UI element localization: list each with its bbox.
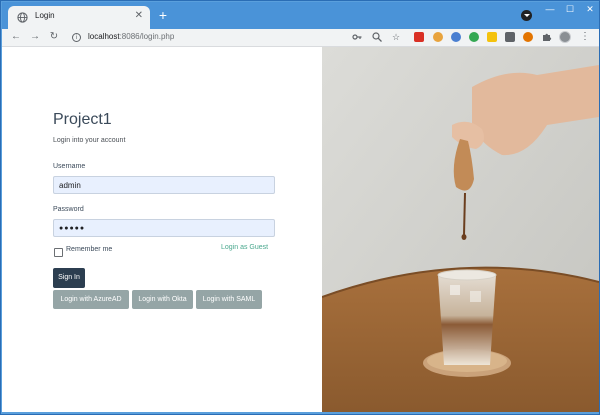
extension-6-icon[interactable]: [505, 32, 515, 42]
back-button[interactable]: ←: [10, 31, 22, 43]
browser-window: Login ✕ + — ☐ ✕ ← → ↻ i localhost:8086/l…: [0, 0, 600, 415]
password-input[interactable]: ●●●●●: [53, 219, 275, 237]
extension-3-icon[interactable]: [451, 32, 461, 42]
okta-login-button[interactable]: Login with Okta: [132, 290, 193, 309]
close-tab-icon[interactable]: ✕: [135, 10, 143, 22]
remember-me-checkbox[interactable]: [54, 248, 63, 257]
azuread-login-button[interactable]: Login with AzureAD: [53, 290, 129, 309]
zoom-icon[interactable]: [372, 32, 382, 42]
maximize-button[interactable]: ☐: [560, 3, 580, 16]
browser-toolbar: ← → ↻ i localhost:8086/login.php ☆ ⋮: [2, 29, 599, 47]
tab-login[interactable]: Login ✕: [8, 6, 150, 29]
username-label: Username: [53, 163, 86, 170]
menu-icon[interactable]: ⋮: [580, 31, 590, 43]
login-as-guest-link[interactable]: Login as Guest: [221, 244, 268, 251]
hero-image: [322, 47, 599, 412]
username-input[interactable]: admin: [53, 176, 275, 194]
page-content: Project1 Login into your account Usernam…: [2, 47, 599, 412]
close-window-button[interactable]: ✕: [580, 3, 600, 16]
remember-me-label[interactable]: Remember me: [66, 246, 112, 253]
page-title: Project1: [53, 111, 112, 128]
url-path: :8086/login.php: [119, 32, 175, 41]
extension-7-icon[interactable]: [523, 32, 533, 42]
extension-2-icon[interactable]: [433, 32, 443, 42]
sign-in-button[interactable]: Sign In: [53, 268, 85, 288]
extension-5-icon[interactable]: [487, 32, 497, 42]
extension-1-icon[interactable]: [414, 32, 424, 42]
reload-button[interactable]: ↻: [48, 31, 60, 43]
coffee-photo: [322, 47, 599, 412]
tab-title: Login: [35, 11, 55, 20]
url-host: localhost: [88, 32, 120, 41]
extension-4-icon[interactable]: [469, 32, 479, 42]
forward-button[interactable]: →: [29, 31, 41, 43]
minimize-button[interactable]: —: [540, 3, 560, 16]
new-tab-button[interactable]: +: [156, 8, 170, 22]
page-subtitle: Login into your account: [53, 137, 126, 144]
tab-search-icon[interactable]: [521, 10, 532, 21]
saml-login-button[interactable]: Login with SAML: [196, 290, 262, 309]
url-text[interactable]: localhost:8086/login.php: [88, 32, 174, 41]
profile-avatar[interactable]: [559, 31, 571, 43]
password-label: Password: [53, 206, 84, 213]
key-icon[interactable]: [352, 32, 362, 42]
puzzle-icon[interactable]: [542, 32, 552, 42]
site-info-icon[interactable]: i: [72, 33, 81, 42]
login-panel: Project1 Login into your account Usernam…: [2, 47, 322, 412]
star-icon[interactable]: ☆: [391, 32, 401, 42]
tab-strip: Login ✕ + — ☐ ✕: [2, 2, 599, 29]
globe-icon: [17, 12, 28, 23]
